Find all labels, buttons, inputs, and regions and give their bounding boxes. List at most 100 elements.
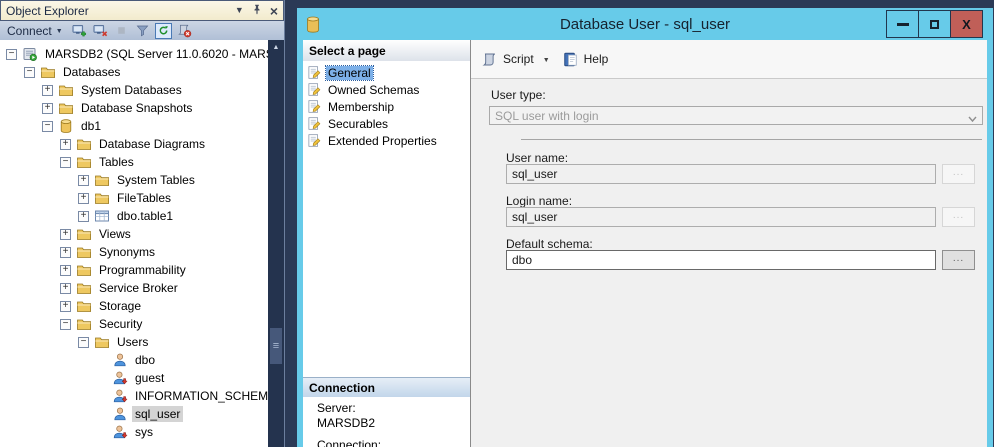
- tree-item-guest[interactable]: guest: [0, 369, 268, 387]
- close-icon[interactable]: ×: [270, 4, 278, 18]
- tree-item-sql-user[interactable]: sql_user: [0, 405, 268, 423]
- expand-plus-toggle[interactable]: +: [60, 229, 71, 240]
- tree-item-sys[interactable]: sys: [0, 423, 268, 441]
- tree-item-dbo[interactable]: dbo: [0, 351, 268, 369]
- tree-item-label: dbo.table1: [114, 208, 176, 224]
- folder-icon: [76, 280, 92, 296]
- server-value: MARSDB2: [317, 416, 381, 431]
- script-caret-icon[interactable]: ▼: [543, 57, 550, 64]
- page-item-label: Extended Properties: [326, 134, 439, 148]
- table-icon: [94, 208, 110, 224]
- expand-plus-toggle[interactable]: +: [42, 85, 53, 96]
- expand-minus-toggle[interactable]: −: [24, 67, 35, 78]
- tree-item-users[interactable]: −Users: [0, 333, 268, 351]
- help-button[interactable]: Help: [584, 52, 609, 66]
- tree-item-programmability[interactable]: +Programmability: [0, 261, 268, 279]
- tree-item-marsdb2-sql-server-11-0-6020-marsd[interactable]: −MARSDB2 (SQL Server 11.0.6020 - MARSD: [0, 45, 268, 63]
- expand-plus-toggle[interactable]: +: [42, 103, 53, 114]
- connect-button[interactable]: Connect: [7, 24, 52, 38]
- tree-item-views[interactable]: +Views: [0, 225, 268, 243]
- page-item-label: Securables: [326, 117, 390, 131]
- dialog-titlebar: Database User - sql_user X: [303, 8, 987, 40]
- filter-icon[interactable]: [134, 23, 151, 39]
- page-item-label: Owned Schemas: [326, 83, 421, 97]
- expand-minus-toggle[interactable]: −: [6, 49, 17, 60]
- folder-icon: [76, 136, 92, 152]
- page-item-extended-properties[interactable]: Extended Properties: [303, 132, 470, 149]
- dialog-title: Database User - sql_user: [303, 16, 987, 33]
- tree-item-synonyms[interactable]: +Synonyms: [0, 243, 268, 261]
- window-menu-icon[interactable]: ▼: [235, 6, 244, 15]
- folder-icon: [58, 82, 74, 98]
- expand-plus-toggle[interactable]: +: [60, 247, 71, 258]
- pin-icon[interactable]: [251, 3, 263, 19]
- refresh-icon[interactable]: [155, 23, 172, 39]
- scroll-up-icon[interactable]: ▲: [268, 40, 284, 58]
- tree-item-label: Databases: [60, 64, 123, 80]
- tree-item-label: guest: [132, 370, 167, 386]
- tree-item-security[interactable]: −Security: [0, 315, 268, 333]
- select-a-page-pane: Select a page GeneralOwned SchemasMember…: [303, 40, 471, 447]
- expand-plus-toggle[interactable]: +: [60, 283, 71, 294]
- object-explorer-toolbar: Connect ▼: [0, 21, 284, 41]
- tree-item-tables[interactable]: −Tables: [0, 153, 268, 171]
- tree-item-label: INFORMATION_SCHEM: [132, 388, 268, 404]
- stop-icon[interactable]: [113, 23, 130, 39]
- tree-item-storage[interactable]: +Storage: [0, 297, 268, 315]
- connect-database-icon[interactable]: [71, 23, 88, 39]
- folder-icon: [94, 172, 110, 188]
- page-item-owned-schemas[interactable]: Owned Schemas: [303, 81, 470, 98]
- user-name-label: User name:: [506, 151, 568, 165]
- expand-plus-toggle[interactable]: +: [78, 211, 89, 222]
- tree-scrollbar[interactable]: ▲ ≡: [268, 40, 284, 447]
- script-button[interactable]: Script: [503, 52, 534, 66]
- tree-item-database-snapshots[interactable]: +Database Snapshots: [0, 99, 268, 117]
- tree-item-filetables[interactable]: +FileTables: [0, 189, 268, 207]
- indent-spacer: [96, 391, 107, 402]
- expand-minus-toggle[interactable]: −: [78, 337, 89, 348]
- user-type-label: User type:: [491, 88, 546, 102]
- user-deny-icon: [112, 370, 128, 386]
- close-x-icon: X: [962, 17, 971, 32]
- expand-minus-toggle[interactable]: −: [42, 121, 53, 132]
- indent-spacer: [96, 355, 107, 366]
- default-schema-browse-button[interactable]: ...: [942, 250, 975, 270]
- tree-item-information-schem[interactable]: INFORMATION_SCHEM: [0, 387, 268, 405]
- disconnect-database-icon[interactable]: [92, 23, 109, 39]
- folder-icon: [76, 298, 92, 314]
- tree-item-service-broker[interactable]: +Service Broker: [0, 279, 268, 297]
- expand-plus-toggle[interactable]: +: [60, 265, 71, 276]
- page-item-general[interactable]: General: [303, 64, 470, 81]
- server-label: Server:: [317, 401, 381, 416]
- script-error-icon[interactable]: [176, 23, 193, 39]
- tree-item-database-diagrams[interactable]: +Database Diagrams: [0, 135, 268, 153]
- user-icon: [112, 352, 128, 368]
- tree-item-label: db1: [78, 118, 104, 134]
- tree-item-db1[interactable]: − db1: [0, 117, 268, 135]
- folder-icon: [76, 244, 92, 260]
- form-separator: [521, 139, 982, 140]
- close-button[interactable]: X: [950, 11, 982, 37]
- connect-caret-icon[interactable]: ▼: [56, 28, 63, 35]
- expand-minus-toggle[interactable]: −: [60, 157, 71, 168]
- scrollbar-thumb[interactable]: ≡: [270, 328, 282, 364]
- indent-spacer: [96, 409, 107, 420]
- page-item-membership[interactable]: Membership: [303, 98, 470, 115]
- page-item-label: Membership: [326, 100, 396, 114]
- tree-item-databases[interactable]: − Databases: [0, 63, 268, 81]
- maximize-button[interactable]: [918, 11, 950, 37]
- default-schema-input[interactable]: [506, 250, 936, 270]
- user-type-combobox[interactable]: SQL user with login: [489, 106, 983, 125]
- page-item-securables[interactable]: Securables: [303, 115, 470, 132]
- expand-plus-toggle[interactable]: +: [78, 175, 89, 186]
- tree-item-system-tables[interactable]: +System Tables: [0, 171, 268, 189]
- property-page-icon: [307, 65, 322, 80]
- minimize-button[interactable]: [887, 11, 918, 37]
- expand-minus-toggle[interactable]: −: [60, 319, 71, 330]
- expand-plus-toggle[interactable]: +: [78, 193, 89, 204]
- expand-plus-toggle[interactable]: +: [60, 301, 71, 312]
- connection-label: Connection:: [317, 438, 381, 447]
- expand-plus-toggle[interactable]: +: [60, 139, 71, 150]
- tree-item-dbo-table1[interactable]: + dbo.table1: [0, 207, 268, 225]
- tree-item-system-databases[interactable]: +System Databases: [0, 81, 268, 99]
